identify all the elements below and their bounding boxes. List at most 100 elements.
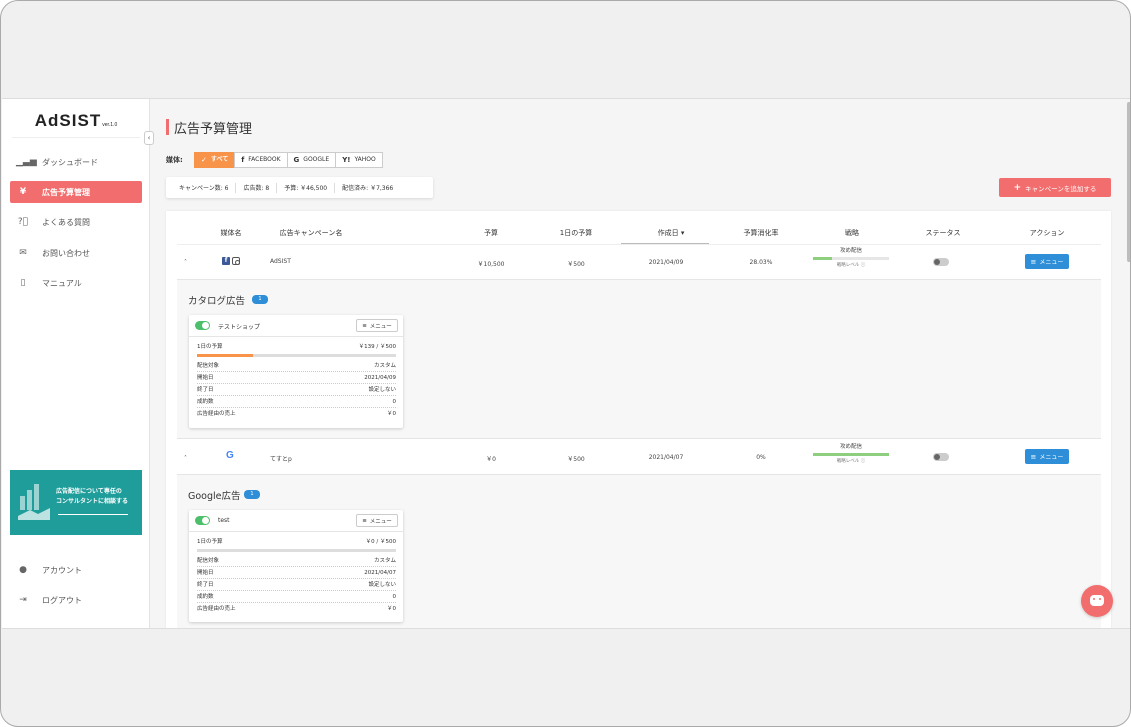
kv-value: ￥0 — [387, 606, 396, 612]
banner-text: 広告配信について専任の コンサルタントに相談する — [56, 487, 140, 507]
collapse-row-button[interactable]: ˄ — [184, 259, 187, 266]
logo-text: AdSIST — [34, 111, 102, 130]
kv-value: カスタム — [373, 558, 396, 564]
sidebar-item-label: ログアウト — [42, 595, 82, 605]
add-campaign-button[interactable]: + キャンペーンを追加する — [999, 178, 1111, 197]
campaign-menu-button[interactable]: ≡ メニュー — [1025, 449, 1069, 464]
sidebar-item-contact[interactable]: ✉ お問い合わせ — [10, 242, 142, 264]
device-frame: AdSISTver.1.0 ‹ ▁▃▅ ダッシュボード ¥ 広告予算管理 ?⃝ … — [0, 0, 1131, 727]
kv-key: 広告経由の売上 — [197, 411, 236, 417]
consultant-banner[interactable]: 広告配信について専任の コンサルタントに相談する — [10, 470, 142, 535]
header-created-sortable[interactable]: 作成日 ▾ — [636, 228, 706, 238]
ad-status-toggle[interactable] — [195, 321, 210, 330]
ad-count-badge: 1 — [252, 295, 268, 304]
strategy-level-label: 戦略レベル ⓘ — [836, 263, 866, 268]
scrollbar-thumb[interactable] — [1127, 102, 1130, 262]
campaign-rate: 28.03% — [749, 259, 773, 266]
ad-row: 配信対象 カスタム — [197, 360, 396, 372]
ad-name: test — [218, 517, 230, 524]
ad-card-header: test ≡ メニュー — [189, 510, 403, 532]
stat-budget: 予算: ￥46,500 — [284, 185, 328, 192]
campaign-name: てすとp — [270, 456, 292, 463]
kv-key: 成約数 — [197, 594, 214, 600]
filter-yahoo-button[interactable]: Y! YAHOO — [335, 152, 383, 168]
strategy-label: 攻め配信 — [839, 444, 862, 450]
kv-value: 設定しない — [368, 387, 396, 393]
sidebar-item-faq[interactable]: ?⃝ よくある質問 — [10, 211, 142, 233]
menu-label: メニュー — [1039, 454, 1064, 461]
sidebar-item-budget[interactable]: ¥ 広告予算管理 — [10, 181, 142, 203]
plus-icon: + — [1013, 182, 1022, 193]
add-campaign-label: キャンペーンを追加する — [1025, 184, 1097, 193]
status-toggle[interactable] — [933, 258, 949, 266]
kv-key: 成約数 — [197, 399, 214, 405]
campaign-menu-button[interactable]: ≡ メニュー — [1025, 254, 1069, 269]
strategy-fill — [813, 257, 832, 260]
kv-value: 設定しない — [368, 582, 396, 588]
summary-stats: キャンペーン数: 6 広告数: 8 予算: ￥46,500 配信済み: ￥7,3… — [166, 177, 433, 198]
logo-divider — [12, 137, 140, 138]
header-created-label: 作成日 — [657, 229, 679, 237]
status-toggle[interactable] — [933, 453, 949, 461]
campaign-name: AdSIST — [270, 258, 291, 265]
ad-status-toggle[interactable] — [195, 516, 210, 525]
strategy-label: 攻め配信 — [839, 248, 862, 254]
banner-line-1: 広告配信について専任の — [56, 488, 122, 495]
ad-row: 広告経由の売上 ￥0 — [197, 408, 396, 420]
header-campaign-name: 広告キャンペーン名 — [279, 229, 343, 237]
facebook-icon: f — [241, 156, 245, 164]
logout-icon: ⇥ — [19, 595, 27, 605]
ad-row: 開始日 2021/04/07 — [197, 567, 396, 579]
stat-ads: 広告数: 8 — [243, 185, 270, 192]
kv-key: 開始日 — [197, 375, 214, 381]
stat-campaigns: キャンペーン数: 6 — [179, 185, 229, 192]
kv-key: 終了日 — [197, 387, 214, 393]
ad-card-header: テストショップ ≡ メニュー — [189, 315, 403, 337]
campaign-created: 2021/04/07 — [648, 454, 684, 461]
hamburger-icon: ≡ — [362, 517, 367, 524]
logo[interactable]: AdSISTver.1.0 — [2, 111, 150, 135]
ad-group-title: カタログ広告 — [188, 296, 246, 307]
bar-chart-icon: ▁▃▅ — [16, 157, 37, 167]
header-budget: 予算 — [484, 229, 498, 237]
campaign-daily: ￥500 — [567, 456, 585, 463]
campaign-budget: ￥10,500 — [477, 261, 505, 268]
divider — [276, 182, 278, 193]
sidebar-item-account[interactable]: ● アカウント — [10, 559, 142, 581]
sidebar-item-label: アカウント — [42, 565, 82, 575]
ad-card: テストショップ ≡ メニュー 1日の予算 ￥139 / ￥500 配信対象 カスタム … — [189, 315, 403, 428]
user-circle-icon: ● — [19, 565, 27, 575]
ad-row: 開始日 2021/04/09 — [197, 372, 396, 384]
header-divider — [177, 244, 1101, 245]
collapse-row-button[interactable]: ˄ — [184, 455, 187, 462]
header-action: アクション — [1029, 229, 1065, 237]
kv-key: 1日の予算 — [197, 539, 223, 545]
sidebar-item-dashboard[interactable]: ▁▃▅ ダッシュボード — [10, 151, 142, 173]
check-icon: ✓ — [201, 156, 207, 164]
divider — [334, 182, 336, 193]
ad-menu-button[interactable]: ≡ メニュー — [356, 319, 398, 332]
ad-menu-button[interactable]: ≡ メニュー — [356, 514, 398, 527]
main-content: 広告予算管理 媒体: ✓ すべて f FACEBOOK G GOOGLE Y! YAHO… — [151, 99, 1130, 628]
chat-widget-button[interactable] — [1081, 585, 1113, 617]
filter-label: GOOGLE — [303, 156, 330, 163]
sidebar-item-manual[interactable]: ▯ マニュアル — [10, 272, 142, 294]
media-filter-label: 媒体: — [166, 156, 183, 164]
filter-label: FACEBOOK — [248, 156, 281, 163]
ad-card: test ≡ メニュー 1日の予算 ￥0 / ￥500 配信対象 カスタム 開始日 20… — [189, 510, 403, 622]
ad-name: テストショップ — [218, 324, 261, 331]
sidebar-item-logout[interactable]: ⇥ ログアウト — [10, 589, 142, 611]
ad-group-section: Google広告 1 test ≡ メニュー 1日の予算 ￥0 / ￥500 配信対… — [177, 475, 1101, 628]
kv-value: 2021/04/07 — [364, 570, 396, 576]
kv-key: 1日の予算 — [197, 344, 223, 350]
filter-all-button[interactable]: ✓ すべて — [194, 152, 236, 168]
strategy-gauge: 攻め配信 戦略レベル ⓘ — [812, 246, 890, 268]
campaign-budget: ￥0 — [486, 456, 496, 463]
filter-google-button[interactable]: G GOOGLE — [286, 152, 337, 168]
kv-key: 開始日 — [197, 570, 214, 576]
kv-key: 配信対象 — [197, 558, 220, 564]
mail-icon: ✉ — [19, 248, 27, 258]
hamburger-icon: ≡ — [362, 322, 367, 329]
filter-facebook-button[interactable]: f FACEBOOK — [234, 152, 288, 168]
yen-icon: ¥ — [19, 187, 27, 197]
